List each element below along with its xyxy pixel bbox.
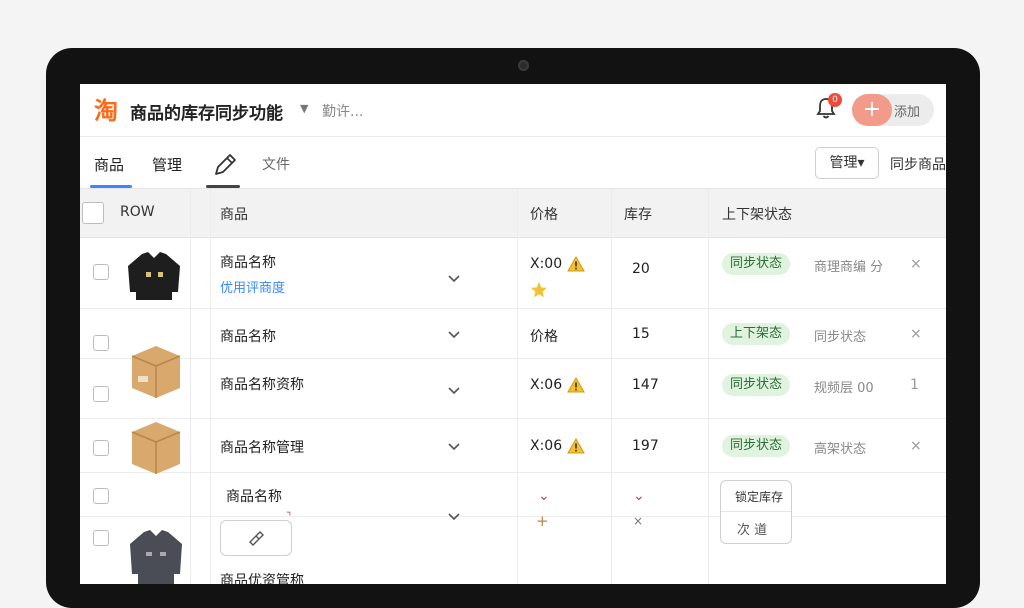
- pin-icon: [249, 531, 264, 546]
- chevron-down-icon[interactable]: ▼: [300, 102, 308, 115]
- row-divider: [80, 472, 946, 473]
- chevron-down-icon[interactable]: [448, 387, 460, 395]
- box-thumbnail: [131, 422, 181, 474]
- small-mark-icon: ⌝: [286, 510, 292, 523]
- row-divider: [80, 358, 946, 359]
- row-operation[interactable]: 高架状态: [814, 438, 866, 457]
- box-thumbnail: [131, 346, 181, 398]
- sort-down-icon[interactable]: ⌄: [633, 488, 645, 504]
- sort-down-icon[interactable]: ⌄: [538, 488, 550, 504]
- close-icon[interactable]: ×: [910, 256, 922, 272]
- row-checkbox[interactable]: [93, 264, 109, 280]
- tab-manage[interactable]: 管理: [152, 154, 182, 175]
- app-window: 淘 商品的库存同步功能 ▼ 勤许... 0 + 添加 商品 管理 文件 管理▾ …: [80, 84, 946, 584]
- product-name: 商品名称: [226, 489, 282, 505]
- status-badge: 同步状态: [722, 253, 791, 275]
- jacket-thumbnail: [130, 530, 182, 584]
- status-badge: 上下架态: [722, 323, 791, 345]
- menu-item-lock-stock[interactable]: 锁定库存: [735, 488, 783, 505]
- product-name: 商品名称资称: [220, 377, 304, 393]
- close-icon[interactable]: ×: [910, 438, 922, 454]
- row-divider: [80, 308, 946, 309]
- price-value: X:00: [530, 256, 563, 272]
- column-header-status: 上下架状态: [722, 207, 792, 223]
- product-sublink[interactable]: 优用评商度: [220, 277, 285, 296]
- status-badge: 同步状态: [722, 374, 791, 396]
- chevron-down-icon[interactable]: [448, 331, 460, 339]
- plus-icon[interactable]: +: [536, 512, 549, 530]
- plus-icon: +: [852, 94, 892, 126]
- manage-dropdown-button[interactable]: 管理▾: [815, 147, 879, 179]
- column-header-product: 商品: [220, 207, 248, 223]
- row-divider: [80, 516, 946, 517]
- title-extra-text: 勤许...: [322, 104, 364, 120]
- menu-divider: [721, 511, 791, 512]
- chevron-down-icon[interactable]: [448, 443, 460, 451]
- warning-icon: [567, 438, 585, 454]
- row-divider: [80, 418, 946, 419]
- star-icon[interactable]: [530, 281, 548, 299]
- column-divider: [611, 189, 612, 584]
- notification-badge: 0: [828, 93, 842, 107]
- column-divider: [517, 189, 518, 584]
- chevron-down-icon[interactable]: [448, 513, 460, 521]
- column-header-id: ROW: [120, 204, 155, 220]
- add-button[interactable]: + 添加: [852, 94, 934, 126]
- stock-value: 147: [632, 377, 659, 393]
- chevron-down-icon[interactable]: [448, 275, 460, 283]
- stock-value: 20: [632, 261, 650, 277]
- sync-products-button[interactable]: 同步商品: [890, 154, 946, 174]
- tab-files[interactable]: 文件: [262, 154, 290, 174]
- product-name: 商品名称管理: [220, 440, 304, 456]
- header-divider: [80, 136, 946, 137]
- row-operation[interactable]: 商理商编 分: [814, 256, 883, 275]
- row-checkbox[interactable]: [93, 488, 109, 504]
- pin-button[interactable]: [220, 520, 292, 556]
- column-header-stock: 库存: [624, 207, 652, 223]
- row-action[interactable]: 1: [910, 377, 919, 393]
- price-value: 价格: [530, 329, 558, 345]
- menu-item-second[interactable]: 次 道: [737, 519, 767, 538]
- row-operation[interactable]: 规频层 00: [814, 377, 874, 396]
- add-button-label: 添加: [894, 105, 921, 120]
- warning-icon: [567, 377, 585, 393]
- tab-products[interactable]: 商品: [94, 154, 124, 175]
- jacket-thumbnail: [128, 252, 180, 300]
- camera-dot: [518, 60, 529, 71]
- column-header-price: 价格: [530, 207, 558, 223]
- product-name: 商品名称: [220, 329, 276, 345]
- select-all-checkbox[interactable]: [82, 202, 104, 224]
- price-value: X:06: [530, 438, 563, 454]
- product-name: 商品名称: [220, 255, 276, 271]
- price-value: X:06: [530, 377, 563, 393]
- stock-value: 15: [632, 326, 650, 342]
- stock-value: 197: [632, 438, 659, 454]
- status-dropdown-menu: 锁定库存 次 道: [720, 480, 792, 544]
- close-icon[interactable]: ×: [910, 326, 922, 342]
- column-divider: [210, 189, 211, 584]
- product-name: 商品优资管称: [220, 573, 304, 584]
- column-divider: [708, 189, 709, 584]
- warning-icon: [567, 256, 585, 272]
- row-checkbox[interactable]: [93, 530, 109, 546]
- page-title: 商品的库存同步功能: [130, 104, 283, 124]
- row-operation[interactable]: 同步状态: [814, 326, 866, 345]
- taobao-logo-icon: 淘: [94, 96, 118, 125]
- row-checkbox[interactable]: [93, 386, 109, 402]
- row-checkbox[interactable]: [93, 335, 109, 351]
- pencil-icon[interactable]: [210, 148, 238, 182]
- close-icon[interactable]: ×: [633, 514, 643, 528]
- status-badge: 同步状态: [722, 435, 791, 457]
- row-checkbox[interactable]: [93, 440, 109, 456]
